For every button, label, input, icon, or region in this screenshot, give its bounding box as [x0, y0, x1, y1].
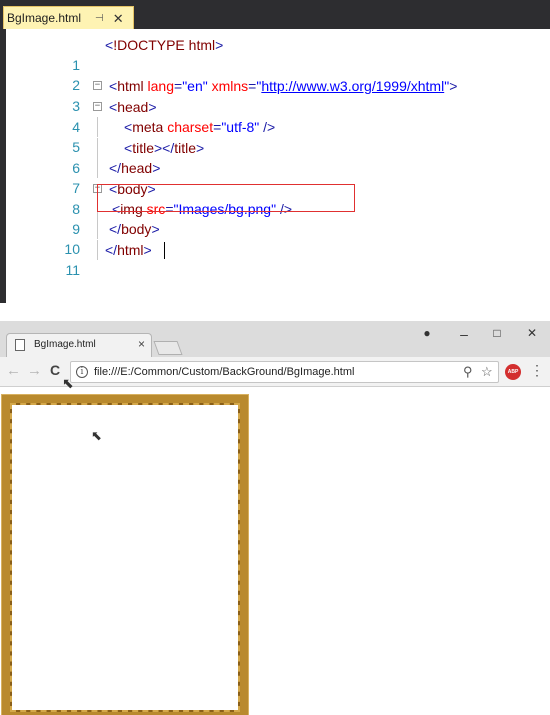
background-image: [2, 395, 248, 715]
zoom-icon[interactable]: ⚲: [463, 364, 473, 380]
menu-icon[interactable]: ⋮: [530, 362, 544, 379]
browser-window: BgImage.html × ● – □ ✕ ← → C i file:///E…: [0, 321, 550, 715]
code-line: 3 − <html lang="en" xmlns="http://www.w3…: [6, 76, 546, 114]
maximize-button[interactable]: □: [487, 326, 507, 340]
account-icon[interactable]: ●: [417, 326, 437, 340]
code-text: <head>: [109, 99, 157, 115]
text-caret: [164, 242, 165, 259]
star-icon[interactable]: ☆: [481, 364, 493, 380]
collapse-icon[interactable]: −: [93, 81, 102, 90]
code-text: <!DOCTYPE html>: [105, 37, 224, 53]
image-frame-pattern: [10, 403, 240, 712]
editor-text-area[interactable]: 1 <!DOCTYPE html> 2 3 − <html lang="en" …: [6, 29, 550, 303]
code-line: 4 − <head>: [6, 97, 546, 135]
page-icon: [15, 339, 25, 351]
editor-tab-bgimage[interactable]: BgImage.html ⊣ ✕: [3, 6, 134, 29]
line-number: 11: [65, 262, 80, 278]
code-line: 11 </html>: [6, 240, 546, 278]
minimize-button[interactable]: –: [454, 326, 474, 342]
mouse-cursor-icon: ⬉: [62, 375, 74, 391]
close-icon[interactable]: ✕: [113, 12, 124, 25]
collapse-icon[interactable]: −: [93, 102, 102, 111]
url-text[interactable]: file:///E:/Common/Custom/BackGround/BgIm…: [94, 366, 354, 378]
code-text: <html lang="en" xmlns="http://www.w3.org…: [109, 78, 458, 94]
xmlns-link[interactable]: http://www.w3.org/1999/xhtml: [261, 78, 444, 94]
code-line: 6 <title></title>: [6, 138, 546, 176]
address-bar[interactable]: i file:///E:/Common/Custom/BackGround/Bg…: [70, 361, 499, 383]
code-line: 1 <!DOCTYPE html>: [6, 35, 546, 73]
code-text: <title></title>: [124, 140, 205, 156]
code-line: 7 </head>: [6, 158, 546, 196]
browser-tab-strip: BgImage.html × ● – □ ✕: [0, 321, 550, 357]
new-tab-button[interactable]: [153, 341, 183, 355]
code-text: </head>: [109, 160, 161, 176]
code-line: 10 </body>: [6, 219, 546, 257]
page-viewport: ⬉: [0, 388, 550, 715]
editor-tab-title: BgImage.html: [7, 11, 82, 25]
browser-tab-bgimage[interactable]: BgImage.html ×: [6, 333, 152, 357]
code-line: 2: [6, 55, 546, 93]
code-text: </html>: [105, 242, 152, 258]
close-icon[interactable]: ×: [138, 337, 145, 351]
back-button[interactable]: ←: [6, 362, 21, 379]
browser-tab-title: BgImage.html: [34, 339, 96, 350]
code-text: <meta charset="utf-8" />: [124, 119, 276, 135]
pin-icon[interactable]: ⊣: [95, 13, 104, 24]
window-close-button[interactable]: ✕: [522, 326, 542, 340]
mouse-cursor-icon: ⬉: [91, 428, 102, 443]
adblock-icon[interactable]: ABP: [505, 364, 521, 380]
info-icon[interactable]: i: [76, 366, 88, 378]
code-editor: BgImage.html ⊣ ✕ 1 <!DOCTYPE html> 2 3 −…: [0, 0, 550, 303]
forward-button[interactable]: →: [27, 362, 42, 379]
code-line: 5 <meta charset="utf-8" />: [6, 117, 546, 155]
browser-toolbar: ← → C i file:///E:/Common/Custom/BackGro…: [0, 357, 550, 387]
highlight-box: [97, 184, 355, 212]
editor-tab-bar: BgImage.html ⊣ ✕: [0, 0, 550, 29]
reload-button[interactable]: C: [50, 362, 60, 378]
code-text: </body>: [109, 221, 160, 237]
